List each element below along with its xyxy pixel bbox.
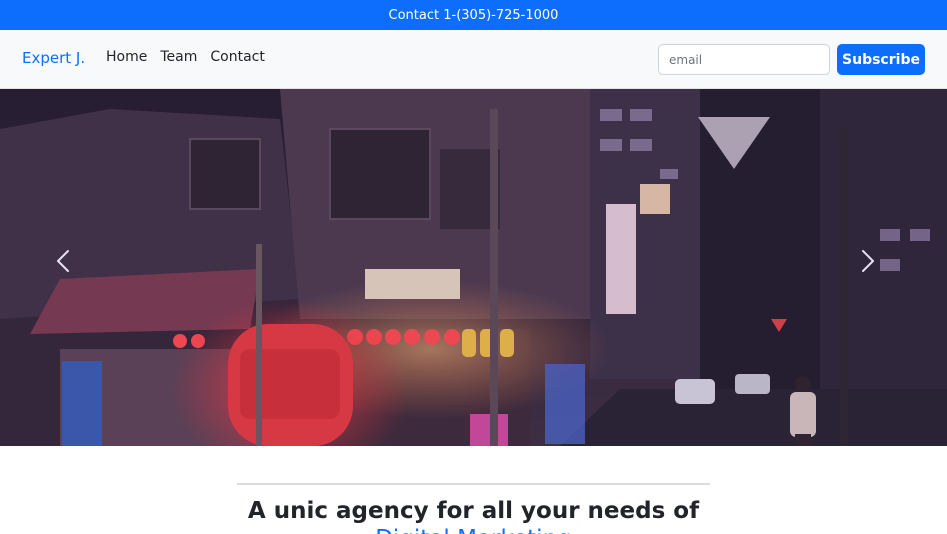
hero-image [0, 89, 947, 446]
contact-bar: Contact 1-(305)-725-1000 [0, 0, 947, 30]
hero-carousel [0, 89, 947, 446]
nav-link-team[interactable]: Team [160, 49, 197, 65]
carousel-prev-button[interactable] [56, 249, 86, 285]
nav-link-home[interactable]: Home [106, 49, 147, 65]
nav-link-contact[interactable]: Contact [210, 49, 264, 65]
section-divider [237, 483, 710, 485]
subscribe-button[interactable]: Subscribe [837, 44, 925, 75]
headline-accent: Digital Marketing [0, 526, 947, 534]
navbar: Expert J. Home Team Contact Subscribe [0, 30, 947, 89]
chevron-right-icon [862, 250, 874, 272]
carousel-next-button[interactable] [861, 249, 891, 285]
brand-logo[interactable]: Expert J. [22, 49, 85, 67]
headline: A unic agency for all your needs of [247, 498, 700, 524]
chevron-left-icon [57, 250, 69, 272]
email-input[interactable] [658, 44, 830, 75]
nav-links: Home Team Contact [106, 49, 265, 65]
contact-text: Contact 1-(305)-725-1000 [388, 7, 559, 23]
